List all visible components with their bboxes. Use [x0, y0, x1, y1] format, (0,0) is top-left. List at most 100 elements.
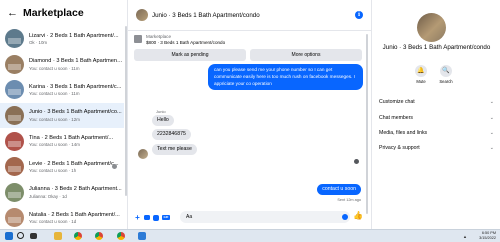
conversation-text: Levie · 2 Beds 1 Bath Apartment/c... You:… [29, 161, 124, 174]
chat-scrollbar[interactable] [366, 34, 368, 214]
conversation-name: Diamond · 3 Beds 1 Bath Apartment/... [29, 58, 124, 65]
task-view-icon[interactable] [30, 233, 37, 239]
conversation-preview: Ok · 10m [29, 40, 48, 46]
conversation-item[interactable]: Junio · 3 Beds 1 Bath Apartment/co... You… [0, 102, 124, 129]
gif-icon[interactable]: GIF [162, 215, 170, 220]
left-scrollbar[interactable] [125, 26, 127, 196]
mute-button[interactable]: 🔔 Mute [410, 65, 432, 84]
conversation-info-panel: Junio · 3 Beds 1 Bath Apartment/condo 🔔 … [373, 0, 500, 229]
bell-icon: 🔔 [415, 65, 427, 77]
chat-header: Junio · 3 Beds 1 Bath Apartment/condo i [128, 0, 371, 31]
menu-label: Customize chat [379, 99, 415, 105]
windows-taskbar: ▲ 6:50 PM 3/15/2022 [0, 229, 500, 242]
conversation-text: Junio · 3 Beds 1 Bath Apartment/co... You… [29, 109, 124, 122]
image-icon[interactable] [144, 215, 150, 220]
clock[interactable]: 6:50 PM 3/15/2022 [479, 231, 496, 241]
outgoing-message: can you please send me your phone number… [208, 64, 363, 90]
listing-thumbnail[interactable] [134, 35, 142, 43]
conversation-item[interactable]: Tina · 2 Beds 1 Bath Apartment/... You: c… [0, 128, 124, 154]
menu-media-files-links[interactable]: Media, files and links ⌄ [379, 128, 494, 138]
conversation-name: Levie · 2 Beds 1 Bath Apartment/c... [29, 160, 119, 167]
seen-indicator-icon [354, 159, 359, 164]
chevron-down-icon: ⌄ [489, 99, 494, 105]
conversation-list-panel: ← Marketplace Lizarvi · 2 Beds 1 Bath Ap… [0, 0, 128, 229]
sender-avatar [138, 149, 148, 159]
menu-label: Chat members [379, 115, 414, 121]
conversation-preview: You: contact u soon · 14m [29, 142, 80, 148]
menu-customize-chat[interactable]: Customize chat ⌄ [379, 97, 494, 107]
chevron-down-icon: ⌄ [489, 115, 494, 121]
conversation-text: Julianna · 3 Beds 2 Bath Apartment... Jul… [29, 186, 124, 199]
avatar [5, 182, 24, 202]
arrow-left-icon[interactable]: ← [7, 7, 18, 19]
plus-icon[interactable]: + [134, 214, 141, 222]
listing-title[interactable]: $800 · 3 Beds 1 Bath Apartment/condo [146, 40, 225, 45]
avatar[interactable] [417, 13, 446, 42]
menu-label: Privacy & support [379, 145, 420, 151]
conversation-preview: You: contact u soon · 12m [29, 116, 80, 122]
conversation-text: Karina · 3 Beds 1 Bath Apartment/c... You… [29, 84, 124, 97]
conversation-item[interactable]: Natalia · 2 Beds 1 Bath Apartment/... You… [0, 205, 124, 231]
chrome-icon[interactable] [95, 232, 103, 240]
search-icon: 🔍 [440, 65, 452, 77]
chat-title[interactable]: Junio · 3 Beds 1 Bath Apartment/condo [152, 12, 260, 19]
conversation-name: Tina · 2 Beds 1 Bath Apartment/... [29, 134, 114, 141]
conversation-name: Julianna · 3 Beds 2 Bath Apartment... [29, 186, 122, 193]
more-options-button[interactable]: More options [250, 49, 362, 61]
menu-label: Media, files and links [379, 130, 428, 136]
store-icon[interactable] [138, 232, 146, 240]
menu-chat-members[interactable]: Chat members ⌄ [379, 113, 494, 123]
clock-date: 3/15/2022 [479, 236, 496, 240]
conversation-name: Junio · 3 Beds 1 Bath Apartment/co... [29, 109, 122, 116]
emoji-icon[interactable] [342, 214, 348, 220]
mark-as-pending-button[interactable]: Mark as pending [134, 49, 246, 61]
chrome-icon[interactable] [74, 232, 82, 240]
conversation-item[interactable]: Levie · 2 Beds 1 Bath Apartment/c... You:… [0, 154, 124, 180]
chevron-down-icon: ⌄ [489, 130, 494, 136]
conversation-preview: You: contact u soon · 1d [29, 219, 77, 225]
message-composer: + GIF 👍 [128, 208, 372, 227]
conversation-item[interactable]: Julianna · 3 Beds 2 Bath Apartment... Jul… [0, 180, 124, 206]
message-thread: can you please send me your phone number… [128, 64, 372, 214]
search-icon[interactable] [17, 232, 24, 239]
avatar [5, 131, 24, 151]
chrome-icon[interactable] [117, 232, 125, 240]
outgoing-message: contact u soon [317, 184, 361, 195]
menu-privacy-support[interactable]: Privacy & support ⌄ [379, 143, 494, 153]
avatar [5, 208, 24, 228]
left-header: ← Marketplace [0, 0, 127, 26]
windows-start-icon[interactable] [5, 232, 13, 240]
search-label: Search [439, 79, 453, 84]
chat-panel: Junio · 3 Beds 1 Bath Apartment/condo i … [128, 0, 372, 229]
marketplace-listing-card: Marketplace $800 · 3 Beds 1 Bath Apartme… [134, 33, 362, 61]
info-icon[interactable]: i [355, 11, 363, 19]
conversation-item[interactable]: Lizarvi · 2 Beds 1 Bath Apartment/... Ok … [0, 26, 124, 52]
conversation-preview: Julianna: Okay · 1d [29, 193, 67, 199]
conversation-item[interactable]: Karina · 3 Beds 1 Bath Apartment/c... You… [0, 77, 124, 103]
conversation-item[interactable]: Diamond · 3 Beds 1 Bath Apartment/... You… [0, 52, 124, 78]
conversation-text: Lizarvi · 2 Beds 1 Bath Apartment/... Ok … [29, 33, 124, 46]
panel-title: Marketplace [23, 7, 84, 19]
incoming-message: 2232846875 [152, 129, 191, 140]
search-button[interactable]: 🔍 Search [435, 65, 457, 84]
sticker-icon[interactable] [153, 214, 159, 221]
conversation-name: Lizarvi · 2 Beds 1 Bath Apartment/... [29, 32, 119, 39]
seen-indicator-icon [112, 163, 117, 169]
chevron-down-icon: ⌄ [489, 145, 494, 151]
avatar[interactable] [136, 9, 148, 21]
incoming-message: Text me please [152, 144, 197, 155]
marketplace-label: Marketplace [146, 34, 172, 39]
avatar [5, 106, 24, 126]
thumbs-up-icon[interactable]: 👍 [353, 212, 363, 220]
contact-name: Junio · 3 Beds 1 Bath Apartment/condo [382, 44, 491, 51]
sender-name: Junio [156, 109, 166, 114]
conversation-preview: You: contact u soon · 11m [29, 65, 80, 71]
file-explorer-icon[interactable] [54, 232, 62, 240]
avatar [5, 54, 24, 74]
conversation-name: Karina · 3 Beds 1 Bath Apartment/c... [29, 83, 122, 90]
message-input[interactable] [180, 211, 350, 223]
conversation-list: Lizarvi · 2 Beds 1 Bath Apartment/... Ok … [0, 26, 124, 231]
avatar [5, 80, 24, 100]
system-tray[interactable]: ▲ [463, 234, 467, 239]
sent-status: Sent 12m ago [337, 198, 361, 202]
